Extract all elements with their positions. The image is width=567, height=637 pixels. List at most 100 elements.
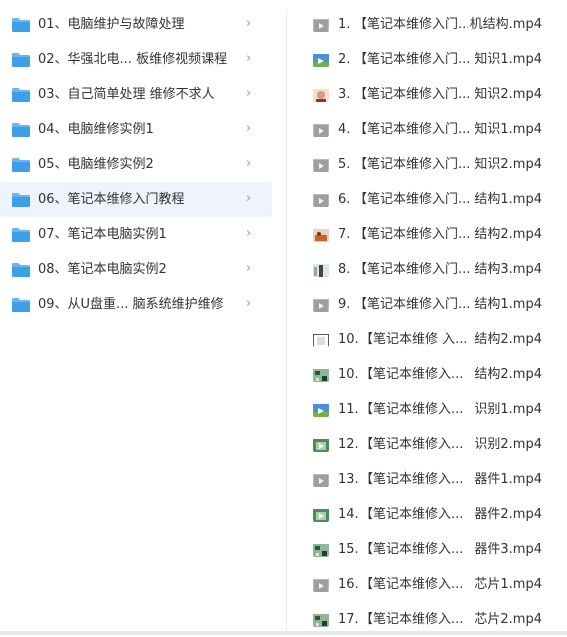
file-name-tail: 结构2.mp4 xyxy=(472,217,542,252)
file-name-tail: 器件2.mp4 xyxy=(472,497,542,532)
file-item[interactable]: 9. 【笔记本维修入门... 结构1.mp4 xyxy=(296,287,567,322)
file-item[interactable]: 15. 【笔记本维修入... 器件3.mp4 xyxy=(296,532,567,567)
folder-label: 06、笔记本维修入门教程 xyxy=(38,192,185,207)
file-item[interactable]: 4. 【笔记本维修入门... 知识1.mp4 xyxy=(296,112,567,147)
file-number: 4. xyxy=(338,122,351,137)
file-item[interactable]: 2. 【笔记本维修入门... 知识1.mp4 xyxy=(296,42,567,77)
video-thumbnail-icon xyxy=(313,298,329,312)
file-item[interactable]: 8. 【笔记本维修入门... 结构3.mp4 xyxy=(296,252,567,287)
file-name-tail: 器件3.mp4 xyxy=(472,532,542,567)
file-name: 【笔记本维修入门... xyxy=(354,262,471,277)
folder-label: 01、电脑维护与故障处理 xyxy=(38,17,185,32)
file-name-tail: 芯片1.mp4 xyxy=(472,567,542,602)
file-name: 【笔记本维修入... xyxy=(360,402,464,417)
video-thumbnail-icon xyxy=(313,403,329,417)
file-number: 8. xyxy=(338,262,351,277)
file-number: 7. xyxy=(338,227,351,242)
folder-item[interactable]: 01、电脑维护与故障处理 › xyxy=(0,7,272,42)
file-name: 【笔记本维修入门... xyxy=(354,297,471,312)
video-thumbnail-icon xyxy=(313,473,329,487)
folder-label: 02、华强北电... 板维修视频课程 xyxy=(38,52,228,67)
chevron-right-icon: › xyxy=(246,191,252,206)
folder-icon xyxy=(12,297,30,312)
folder-icon xyxy=(12,52,30,67)
folder-item[interactable]: 05、电脑维修实例2 › xyxy=(0,147,272,182)
file-name: 【笔记本维修入... xyxy=(360,367,464,382)
file-name-tail: 知识1.mp4 xyxy=(472,42,542,77)
file-number: 15. xyxy=(338,542,359,557)
file-name: 【笔记本维修 入... xyxy=(360,332,468,347)
file-number: 12. xyxy=(338,437,359,452)
folder-item[interactable]: 02、华强北电... 板维修视频课程 › xyxy=(0,42,272,77)
folder-label: 08、笔记本电脑实例2 xyxy=(38,262,167,277)
file-item[interactable]: 13. 【笔记本维修入... 器件1.mp4 xyxy=(296,462,567,497)
file-item[interactable]: 14. 【笔记本维修入... 器件2.mp4 xyxy=(296,497,567,532)
file-item[interactable]: 11. 【笔记本维修入... 识别1.mp4 xyxy=(296,392,567,427)
folder-label: 07、笔记本电脑实例1 xyxy=(38,227,167,242)
file-name-tail: 结构2.mp4 xyxy=(472,322,542,357)
folder-item[interactable]: 06、笔记本维修入门教程 › xyxy=(0,182,272,217)
folder-label: 04、电脑维修实例1 xyxy=(38,122,154,137)
folder-label: 03、自己简单处理 维修不求人 xyxy=(38,87,215,102)
folder-item[interactable]: 03、自己简单处理 维修不求人 › xyxy=(0,77,272,112)
file-number: 10. xyxy=(338,332,359,347)
video-thumbnail-icon xyxy=(313,228,329,242)
file-name-tail: 结构2.mp4 xyxy=(472,357,542,392)
folder-item[interactable]: 08、笔记本电脑实例2 › xyxy=(0,252,272,287)
file-name: 【笔记本维修入... xyxy=(360,472,464,487)
file-number: 5. xyxy=(338,157,351,172)
file-item[interactable]: 16. 【笔记本维修入... 芯片1.mp4 xyxy=(296,567,567,602)
folder-item[interactable]: 09、从U盘重... 脑系统维护维修 › xyxy=(0,287,272,322)
video-thumbnail-icon xyxy=(313,613,329,627)
file-name: 【笔记本维修入门... xyxy=(354,87,471,102)
file-item[interactable]: 3. 【笔记本维修入门... 知识2.mp4 xyxy=(296,77,567,112)
folder-icon xyxy=(12,87,30,102)
file-name: 【笔记本维修入门... xyxy=(354,192,471,207)
file-number: 10. xyxy=(338,367,359,382)
video-thumbnail-icon xyxy=(313,123,329,137)
file-name-tail: 知识2.mp4 xyxy=(472,77,542,112)
folder-pane: 01、电脑维护与故障处理 › 02、华强北电... 板维修视频课程 › 03、自己简单处… xyxy=(0,0,285,635)
chevron-right-icon: › xyxy=(246,261,252,276)
file-number: 2. xyxy=(338,52,351,67)
chevron-right-icon: › xyxy=(246,296,252,311)
folder-label: 09、从U盘重... 脑系统维护维修 xyxy=(38,297,224,312)
file-number: 1. xyxy=(338,17,351,32)
file-item[interactable]: 10. 【笔记本维修入... 结构2.mp4 xyxy=(296,357,567,392)
file-number: 11. xyxy=(338,402,359,417)
video-thumbnail-icon xyxy=(313,578,329,592)
file-number: 14. xyxy=(338,507,359,522)
video-thumbnail-icon xyxy=(313,158,329,172)
video-thumbnail-icon xyxy=(313,88,329,102)
file-list: 1. 【笔记本维修入门... 机结构.mp4 2. 【笔记本维修入门... 知识1.mp4… xyxy=(296,7,567,637)
folder-item[interactable]: 04、电脑维修实例1 › xyxy=(0,112,272,147)
file-item[interactable]: 6. 【笔记本维修入门... 结构1.mp4 xyxy=(296,182,567,217)
file-number: 13. xyxy=(338,472,359,487)
file-item[interactable]: 7. 【笔记本维修入门... 结构2.mp4 xyxy=(296,217,567,252)
video-thumbnail-icon xyxy=(313,263,329,277)
file-item[interactable]: 10. 【笔记本维修 入... 结构2.mp4 xyxy=(296,322,567,357)
folder-icon xyxy=(12,157,30,172)
folder-icon xyxy=(12,17,30,32)
file-number: 3. xyxy=(338,87,351,102)
file-name-tail: 识别1.mp4 xyxy=(472,392,542,427)
video-thumbnail-icon xyxy=(313,18,329,32)
folder-icon xyxy=(12,192,30,207)
file-name: 【笔记本维修入... xyxy=(360,437,464,452)
chevron-right-icon: › xyxy=(246,51,252,66)
file-name: 【笔记本维修入... xyxy=(360,507,464,522)
file-name-tail: 知识2.mp4 xyxy=(472,147,542,182)
file-name: 【笔记本维修入门... xyxy=(354,227,471,242)
video-thumbnail-icon xyxy=(313,368,329,382)
folder-item[interactable]: 07、笔记本电脑实例1 › xyxy=(0,217,272,252)
file-item[interactable]: 5. 【笔记本维修入门... 知识2.mp4 xyxy=(296,147,567,182)
video-thumbnail-icon xyxy=(313,508,329,522)
file-name: 【笔记本维修入门... xyxy=(354,52,471,67)
file-number: 6. xyxy=(338,192,351,207)
horizontal-scrollbar[interactable] xyxy=(0,631,567,635)
file-item[interactable]: 12. 【笔记本维修入... 识别2.mp4 xyxy=(296,427,567,462)
file-item[interactable]: 1. 【笔记本维修入门... 机结构.mp4 xyxy=(296,7,567,42)
folder-icon xyxy=(12,262,30,277)
chevron-right-icon: › xyxy=(246,16,252,31)
video-thumbnail-icon xyxy=(313,193,329,207)
